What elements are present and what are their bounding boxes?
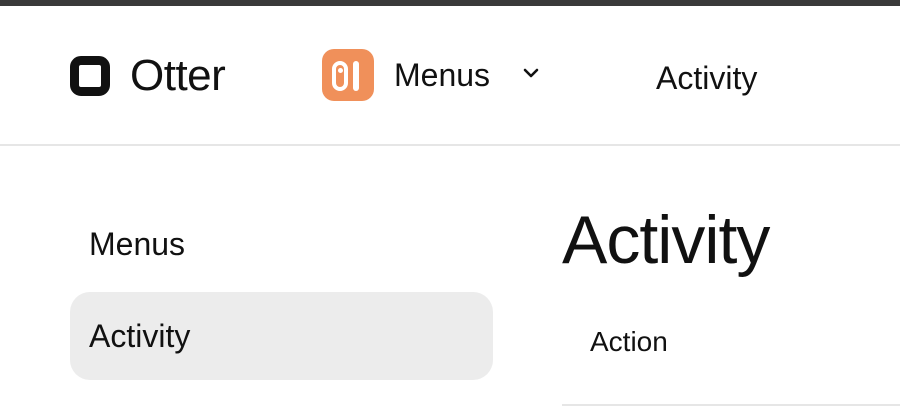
sidebar-item-activity[interactable]: Activity	[70, 292, 493, 380]
header-page-title: Activity	[656, 60, 758, 96]
page-title: Activity	[562, 202, 770, 278]
sidebar-nav: Menus Activity	[70, 200, 493, 380]
table-column-header-action[interactable]: Action	[590, 322, 668, 362]
table-header-divider	[562, 404, 900, 406]
top-header: Otter Menus Activity	[0, 6, 900, 146]
otter-logo-icon	[70, 56, 110, 96]
otter-logo[interactable]: Otter	[70, 51, 226, 100]
app-switcher-label: Menus	[394, 56, 491, 93]
sidebar-item-menus[interactable]: Menus	[70, 200, 493, 288]
app-tile-icon	[322, 49, 374, 101]
chevron-down-icon	[523, 68, 539, 78]
logo-text: Otter	[130, 51, 226, 100]
app-switcher-button[interactable]: Menus	[322, 48, 540, 102]
